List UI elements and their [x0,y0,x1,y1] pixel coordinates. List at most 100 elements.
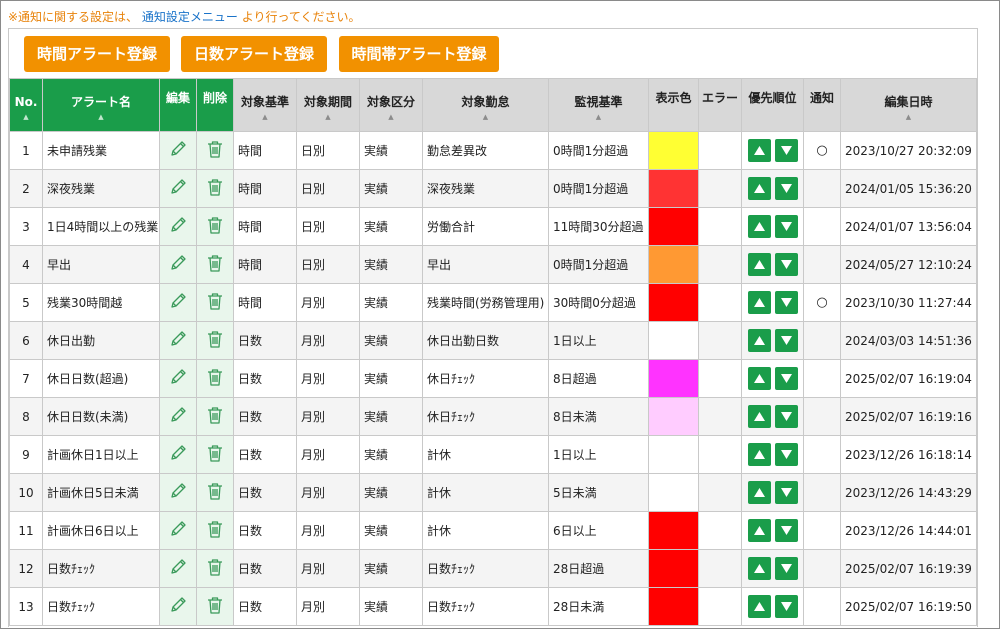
cell-error [698,473,742,512]
register-timeband-alert-button[interactable]: 時間帯アラート登録 [339,36,499,72]
trash-icon[interactable] [206,519,224,542]
edit-cell [159,397,197,436]
table-row[interactable]: 4 早出 時間 日別 実績 早出 0時間1分超過 2024/05/27 12:10:24 [9,245,977,284]
table-row[interactable]: 9 計画休日1日以上 日数 月別 実績 計休 1日以上 2023/12/26 16:18:14 [9,435,977,474]
priority-up-button[interactable] [748,481,771,504]
delete-cell [196,397,234,436]
pencil-icon[interactable] [168,177,188,200]
notification-settings-link[interactable]: 通知設定メニュー [142,10,238,24]
cell-no: 4 [9,245,43,284]
pencil-icon[interactable] [168,519,188,542]
pencil-icon[interactable] [168,405,188,428]
pencil-icon[interactable] [168,443,188,466]
cell-no: 13 [9,587,43,626]
table-row[interactable]: 7 休日日数(超過) 日数 月別 実績 休日ﾁｪｯｸ 8日超過 2025/02/07 16:1… [9,359,977,398]
table-row[interactable]: 13 日数ﾁｪｯｸ 日数 月別 実績 日数ﾁｪｯｸ 28日未満 2025/02/07 16:1… [9,587,977,626]
trash-icon[interactable] [206,557,224,580]
priority-up-button[interactable] [748,253,771,276]
cell-category: 実績 [359,283,423,322]
table-row[interactable]: 2 深夜残業 時間 日別 実績 深夜残業 0時間1分超過 2024/01/05 15:36:2… [9,169,977,208]
trash-icon[interactable] [206,443,224,466]
trash-icon[interactable] [206,215,224,238]
priority-down-button[interactable] [775,215,798,238]
cell-basis: 日数 [233,359,297,398]
trash-icon[interactable] [206,139,224,162]
cell-alert-name: 日数ﾁｪｯｸ [42,549,160,588]
priority-up-button[interactable] [748,139,771,162]
table-row[interactable]: 10 計画休日5日未満 日数 月別 実績 計休 5日未満 2023/12/26 14:43:2… [9,473,977,512]
pencil-icon[interactable] [168,291,188,314]
table-row[interactable]: 5 残業30時間越 時間 月別 実績 残業時間(労務管理用) 30時間0分超過 ○ 2023/1… [9,283,977,322]
pencil-icon[interactable] [168,139,188,162]
pencil-icon[interactable] [168,557,188,580]
cell-no: 2 [9,169,43,208]
priority-up-button[interactable] [748,405,771,428]
priority-up-button[interactable] [748,557,771,580]
trash-icon[interactable] [206,253,224,276]
pencil-icon[interactable] [168,367,188,390]
priority-down-button[interactable] [775,595,798,618]
trash-icon[interactable] [206,481,224,504]
pencil-icon[interactable] [168,329,188,352]
priority-up-button[interactable] [748,519,771,542]
priority-up-button[interactable] [748,367,771,390]
cell-notify [803,207,841,246]
register-days-alert-button[interactable]: 日数アラート登録 [181,36,327,72]
trash-icon[interactable] [206,595,224,618]
table-row[interactable]: 11 計画休日6日以上 日数 月別 実績 計休 6日以上 2023/12/26 14:44:0… [9,511,977,550]
cell-period: 月別 [296,359,360,398]
sort-icon: ▲ [905,113,912,121]
pencil-icon[interactable] [168,481,188,504]
cell-no: 7 [9,359,43,398]
trash-icon[interactable] [206,367,224,390]
trash-icon[interactable] [206,329,224,352]
cell-notify [803,549,841,588]
priority-up-button[interactable] [748,329,771,352]
priority-down-button[interactable] [775,557,798,580]
cell-basis: 時間 [233,245,297,284]
priority-up-button[interactable] [748,443,771,466]
trash-icon[interactable] [206,177,224,200]
priority-down-button[interactable] [775,443,798,466]
cell-period: 月別 [296,549,360,588]
col-header-edited-at[interactable]: 編集日時 ▲ [840,78,977,132]
col-header-basis[interactable]: 対象基準 ▲ [233,78,297,132]
priority-up-button[interactable] [748,215,771,238]
pencil-icon[interactable] [168,215,188,238]
col-header-alert-name[interactable]: アラート名 ▲ [42,78,160,132]
priority-down-button[interactable] [775,367,798,390]
priority-down-button[interactable] [775,177,798,200]
priority-down-button[interactable] [775,519,798,542]
priority-down-button[interactable] [775,139,798,162]
table-row[interactable]: 8 休日日数(未満) 日数 月別 実績 休日ﾁｪｯｸ 8日未満 2025/02/07 16:1… [9,397,977,436]
priority-up-button[interactable] [748,595,771,618]
pencil-icon[interactable] [168,595,188,618]
priority-up-button[interactable] [748,177,771,200]
priority-up-button[interactable] [748,291,771,314]
col-header-no[interactable]: No. ▲ [9,78,43,132]
delete-cell [196,473,234,512]
trash-icon[interactable] [206,291,224,314]
col-header-attendance[interactable]: 対象勤怠 ▲ [422,78,549,132]
table-row[interactable]: 6 休日出勤 日数 月別 実績 休日出勤日数 1日以上 2024/03/03 14:51:36 [9,321,977,360]
trash-icon[interactable] [206,405,224,428]
table-row[interactable]: 1 未申請残業 時間 日別 実績 勤怠差異改 0時間1分超過 ○ 2023/10/27 20:3… [9,131,977,170]
priority-down-button[interactable] [775,291,798,314]
priority-down-button[interactable] [775,481,798,504]
cell-alert-name: 未申請残業 [42,131,160,170]
cell-priority [741,207,804,246]
col-header-category[interactable]: 対象区分 ▲ [359,78,423,132]
priority-down-button[interactable] [775,253,798,276]
col-header-period[interactable]: 対象期間 ▲ [296,78,360,132]
cell-no: 11 [9,511,43,550]
pencil-icon[interactable] [168,253,188,276]
cell-notify [803,435,841,474]
priority-down-button[interactable] [775,329,798,352]
table-row[interactable]: 12 日数ﾁｪｯｸ 日数 月別 実績 日数ﾁｪｯｸ 28日超過 2025/02/07 16:1… [9,549,977,588]
table-row[interactable]: 3 1日4時間以上の残業 時間 日別 実績 労働合計 11時間30分超過 2024/01/07… [9,207,977,246]
col-header-monitor[interactable]: 監視基準 ▲ [548,78,649,132]
cell-category: 実績 [359,321,423,360]
edit-cell [159,207,197,246]
register-time-alert-button[interactable]: 時間アラート登録 [24,36,170,72]
priority-down-button[interactable] [775,405,798,428]
